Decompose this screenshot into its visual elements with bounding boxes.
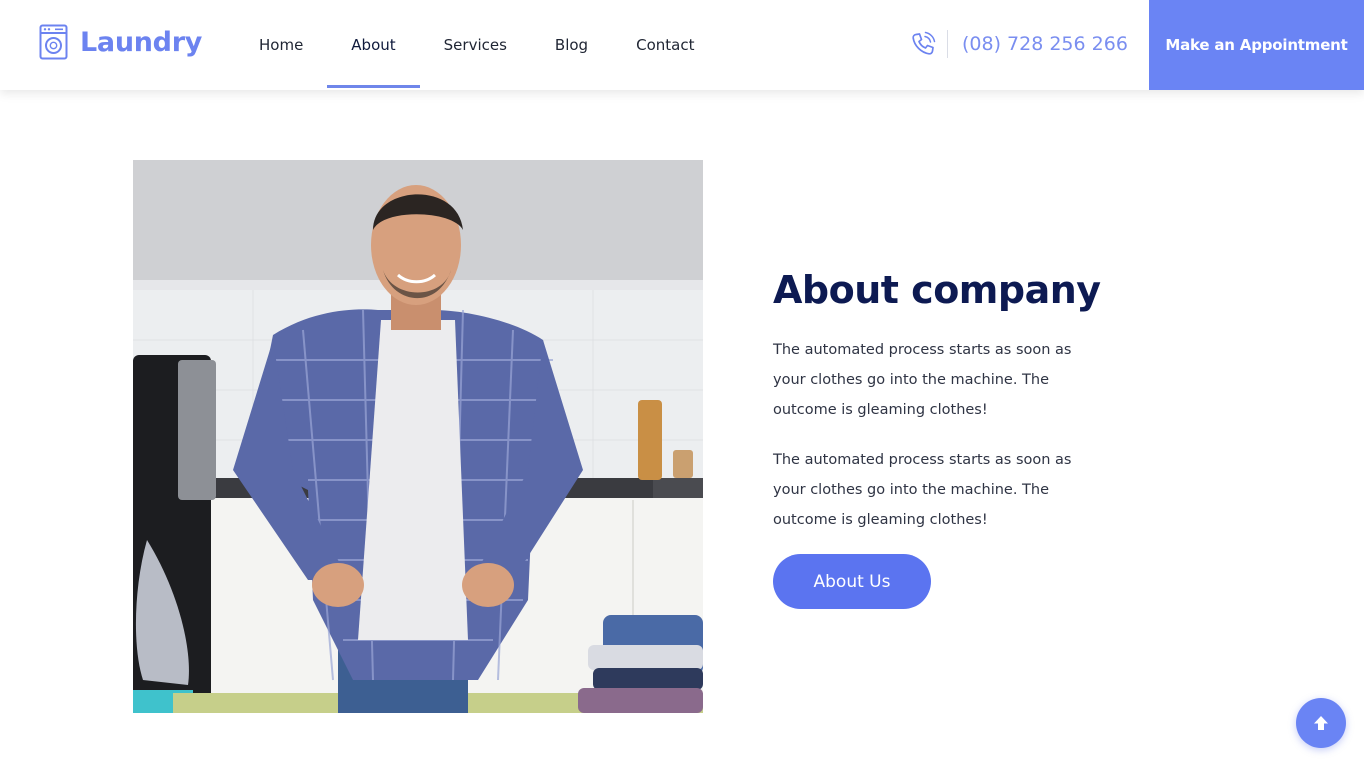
main-nav: Home About Services Blog Contact	[235, 0, 718, 90]
about-paragraph-1: The automated process starts as soon as …	[773, 342, 1072, 418]
about-us-button[interactable]: About Us	[773, 554, 931, 609]
make-appointment-button[interactable]: Make an Appointment	[1149, 0, 1364, 90]
nav-item-services[interactable]: Services	[420, 0, 531, 90]
site-logo[interactable]: Laundry	[39, 24, 202, 60]
arrow-up-icon	[1314, 716, 1328, 730]
phone-icon	[912, 31, 936, 55]
about-paragraph-2: The automated process starts as soon as …	[773, 452, 1072, 528]
about-photo	[133, 160, 703, 713]
nav-item-about[interactable]: About	[327, 0, 421, 90]
nav-item-blog[interactable]: Blog	[531, 0, 612, 90]
nav-item-home[interactable]: Home	[235, 0, 327, 90]
washing-machine-icon	[39, 24, 68, 60]
scroll-to-top-button[interactable]	[1296, 698, 1346, 748]
phone-number: (08) 728 256 266	[962, 33, 1128, 55]
phone-link[interactable]: (08) 728 256 266	[909, 30, 1128, 58]
nav-item-contact[interactable]: Contact	[612, 0, 718, 90]
logo-text: Laundry	[80, 26, 203, 58]
site-header: Laundry Home About Services Blog Contact…	[0, 0, 1364, 90]
phone-divider	[947, 30, 948, 58]
about-title: About company	[773, 268, 1101, 312]
